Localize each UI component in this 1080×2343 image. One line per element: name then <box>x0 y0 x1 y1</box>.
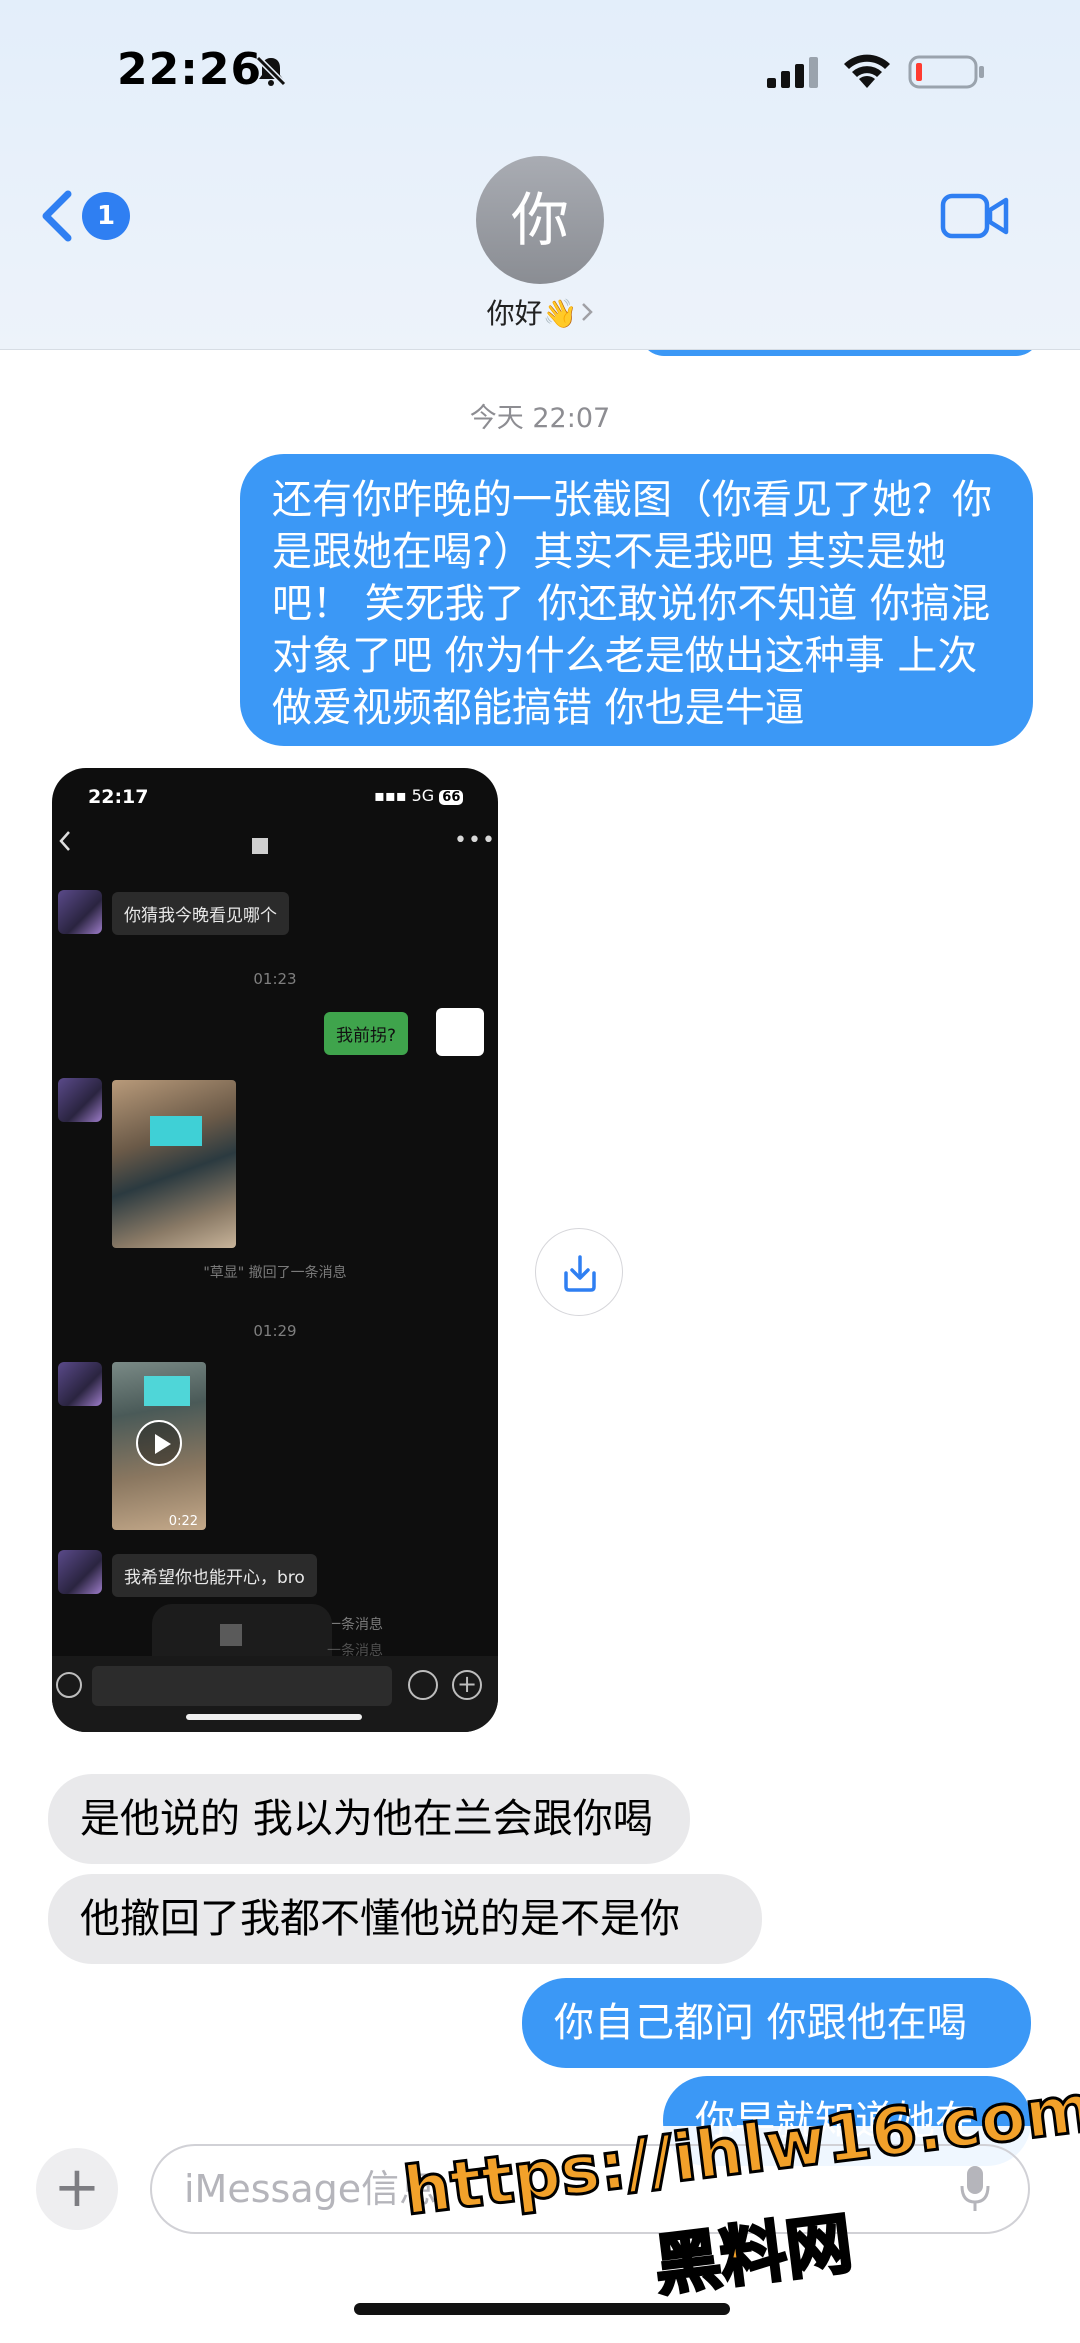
screenshot-recall-note: "草显" 撤回了一条消息 <box>203 1265 347 1281</box>
incoming-message[interactable]: 是他说的 我以为他在兰会跟你喝 <box>48 1774 690 1864</box>
screenshot-battery: 66 <box>439 790 464 805</box>
home-indicator[interactable] <box>354 2303 730 2315</box>
screenshot-message: 我希望你也能开心，bro <box>112 1554 317 1597</box>
screenshot-message: 你猜我今晚看见哪个 <box>112 892 289 935</box>
wifi-icon <box>844 54 890 88</box>
outgoing-message[interactable]: 还有你昨晚的一张截图（你看见了她？你是跟她在喝?）其实不是我吧 其实是她吧！ 笑… <box>240 454 1033 746</box>
video-call-icon[interactable] <box>940 190 1010 242</box>
bell-off-icon <box>255 55 287 87</box>
screenshot-emoji-icon <box>408 1670 438 1700</box>
download-icon <box>564 1255 596 1292</box>
screenshot-plus-icon: + <box>452 1670 482 1700</box>
screenshot-network: 5G <box>411 786 435 805</box>
status-time: 22:26 <box>117 44 263 95</box>
add-attachment-button[interactable]: + <box>36 2148 118 2230</box>
screenshot-timestamp: 01:29 <box>253 1322 297 1340</box>
conversation-timestamp: 今天 22:07 <box>469 403 611 434</box>
battery-icon <box>908 55 984 89</box>
screenshot-back-icon <box>59 831 70 851</box>
unread-count-badge: 1 <box>82 192 130 240</box>
outgoing-message[interactable]: 你自己都问 你跟他在喝 <box>522 1978 1031 2068</box>
screenshot-status: ▪▪▪ 5G 66 <box>374 786 464 805</box>
screenshot-more-icon: ••• <box>454 828 496 853</box>
contact-name: 你好👋 <box>486 297 578 330</box>
screenshot-time: 22:17 <box>88 786 149 808</box>
screenshot-avatar <box>58 1362 102 1406</box>
back-chevron-icon <box>42 190 72 242</box>
incoming-message[interactable]: 他撤回了我都不懂他说的是不是你 <box>48 1874 762 1964</box>
screenshot-voice-icon <box>56 1672 82 1698</box>
screenshot-self-avatar <box>436 1008 484 1056</box>
screenshot-avatar <box>58 1078 102 1122</box>
download-button[interactable] <box>535 1228 623 1316</box>
screenshot-avatar <box>58 1550 102 1594</box>
screenshot-avatar <box>58 890 102 934</box>
screenshot-title-redacted <box>252 838 268 854</box>
signal-icon <box>767 57 818 88</box>
conversation-header: 22:26 1 你 你好👋 <box>0 0 1080 350</box>
screenshot-image-attachment[interactable]: 22:17 ▪▪▪ 5G 66 ••• 你猜我今晚看见哪个 01:23 我前拐?… <box>52 768 498 1732</box>
screenshot-video-duration: 0:22 <box>168 1514 198 1529</box>
contact-avatar[interactable]: 你 <box>476 156 604 284</box>
screenshot-timestamp: 01:23 <box>253 970 297 988</box>
contact-name-button[interactable]: 你好👋 <box>470 292 610 332</box>
chevron-right-icon <box>582 303 594 321</box>
screenshot-video <box>112 1362 206 1530</box>
screenshot-input-field <box>92 1666 392 1706</box>
screenshot-outgoing-message: 我前拐? <box>324 1012 409 1055</box>
play-icon <box>136 1420 182 1466</box>
screenshot-home-indicator <box>186 1714 362 1720</box>
screenshot-photo <box>112 1080 236 1248</box>
back-button[interactable]: 1 <box>38 184 130 248</box>
